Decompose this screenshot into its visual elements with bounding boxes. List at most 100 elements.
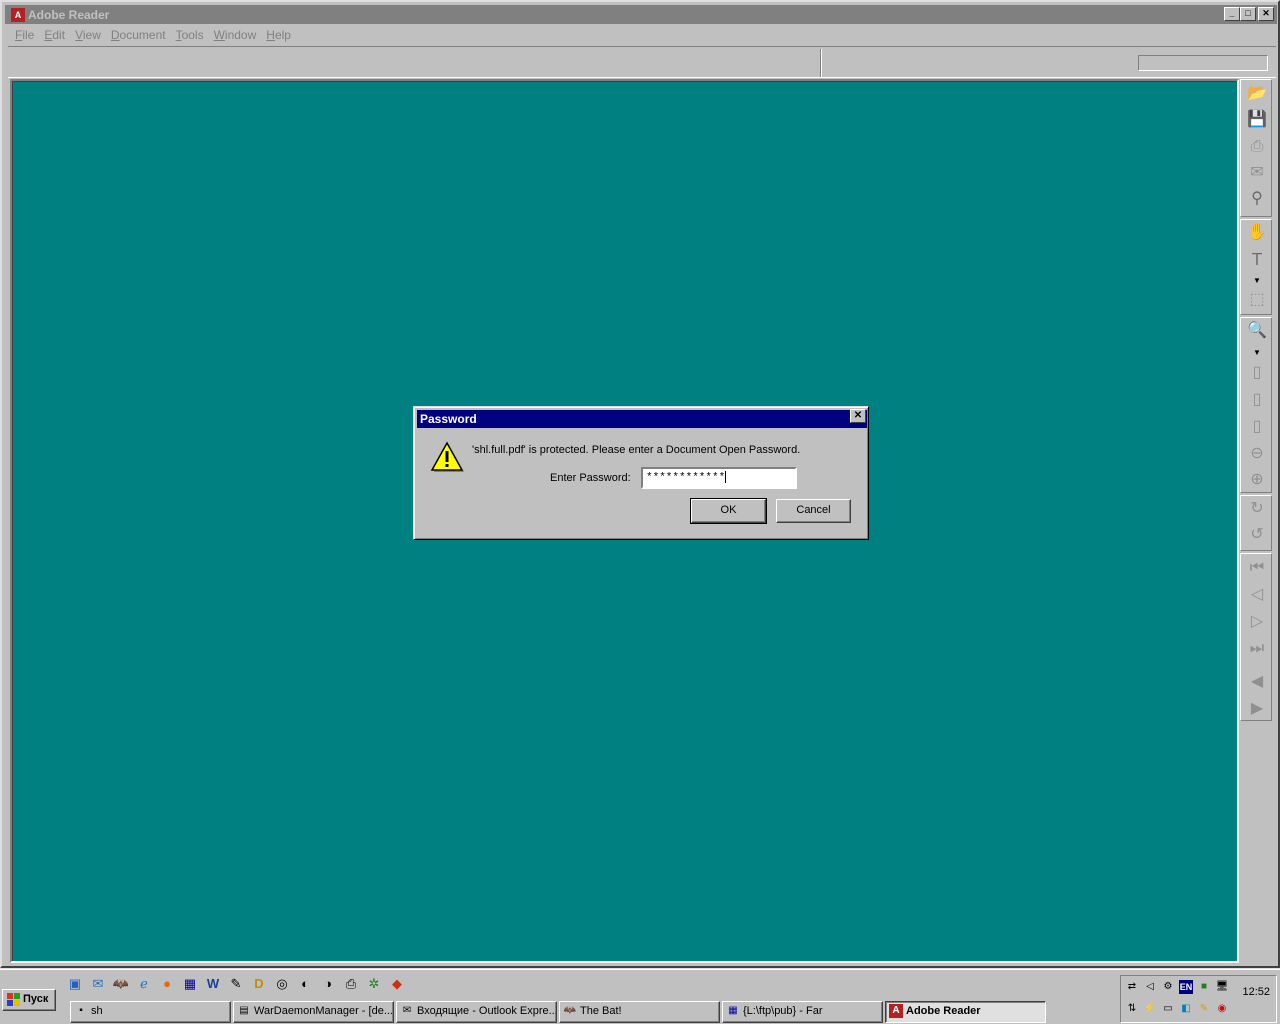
- taskbar-item-the-bat[interactable]: 🦇 The Bat!: [559, 1001, 720, 1023]
- eraser-icon[interactable]: ◆: [388, 975, 406, 993]
- network-tray-icon[interactable]: ⇄: [1125, 980, 1139, 994]
- menu-help[interactable]: Help: [261, 27, 296, 45]
- email-icon[interactable]: ✉: [1247, 163, 1267, 183]
- first-page-icon[interactable]: ⏮: [1247, 558, 1267, 578]
- update-tray-icon[interactable]: ◉: [1215, 1002, 1229, 1016]
- zoom-out-icon[interactable]: ⊖: [1247, 444, 1267, 464]
- show-desktop-icon[interactable]: ▣: [66, 975, 84, 993]
- navigation-tools-group: ⏮ ◁ ▷ ⏭ ◀ ▶: [1240, 553, 1272, 721]
- snapshot-icon[interactable]: ⬚: [1247, 290, 1267, 310]
- minimize-button[interactable]: _: [1224, 7, 1240, 21]
- menu-file[interactable]: File: [10, 27, 39, 45]
- fit-width-icon[interactable]: ▯: [1247, 417, 1267, 437]
- burner-icon[interactable]: ◎: [273, 975, 291, 993]
- rotate-tools-group: ↻ ↺: [1240, 495, 1272, 551]
- clock[interactable]: 12:52: [1242, 986, 1270, 998]
- firefox-icon[interactable]: ●: [158, 975, 176, 993]
- taskbar-item-wardaemonmanager[interactable]: ▤ WarDaemonManager - [de...: [233, 1001, 394, 1023]
- computer-tray-icon[interactable]: 🖥: [1215, 980, 1229, 994]
- antivirus-tray-icon[interactable]: ⚙: [1161, 980, 1175, 994]
- save-icon[interactable]: 💾: [1247, 110, 1267, 130]
- start-button[interactable]: Пуск: [2, 989, 56, 1011]
- maximize-button[interactable]: □: [1240, 7, 1256, 21]
- rotate-clockwise-icon[interactable]: ↻: [1247, 499, 1267, 519]
- internet-explorer-icon[interactable]: ℯ: [135, 975, 153, 993]
- top-toolbar: [8, 46, 1276, 78]
- text-caret: [725, 471, 727, 484]
- taskbar-item-sh[interactable]: ▪ sh: [70, 1001, 231, 1023]
- notepad-icon[interactable]: ✎: [227, 975, 245, 993]
- sync-tray-icon[interactable]: ⇅: [1125, 1002, 1139, 1016]
- window-title: Adobe Reader: [28, 7, 110, 22]
- volume-tray-icon[interactable]: ◁: [1143, 980, 1157, 994]
- print-icon[interactable]: ⎙: [1247, 137, 1267, 157]
- word-icon[interactable]: W: [204, 975, 222, 993]
- password-dialog: Password ✕ 'shl.full.pdf' is protected. …: [413, 406, 869, 540]
- zoom-in-tool-icon[interactable]: 🔍: [1247, 321, 1267, 341]
- select-tools-group: ✋ Ｔ ▼ ⬚: [1240, 219, 1272, 315]
- menu-window[interactable]: Window: [209, 27, 262, 45]
- wardaemon-icon: ▤: [239, 1005, 249, 1016]
- menu-document[interactable]: Document: [106, 27, 171, 45]
- outlook-express-icon[interactable]: ✉: [89, 975, 107, 993]
- hand-tool-icon[interactable]: ✋: [1247, 223, 1267, 243]
- media-icon-2[interactable]: ◑: [319, 975, 337, 993]
- password-value: ************: [646, 472, 726, 484]
- system-tray: ⇄ ◁ ⚙ EN ■ 🖥 ⇅ ⚡ ▭ ◧ ✎ ◉ 12:52: [1120, 975, 1277, 1023]
- cancel-button[interactable]: Cancel: [776, 499, 851, 523]
- close-window-button[interactable]: ✕: [1258, 7, 1274, 21]
- fit-page-icon[interactable]: ▯: [1247, 390, 1267, 410]
- taskbar-item-adobe-reader[interactable]: A Adobe Reader: [885, 1001, 1046, 1023]
- menu-view[interactable]: View: [70, 27, 106, 45]
- network-tool-icon[interactable]: ✲: [365, 975, 383, 993]
- windows-logo-icon: [7, 993, 20, 1006]
- dialog-title: Password: [417, 410, 867, 428]
- select-dropdown-arrow-icon[interactable]: ▼: [1247, 277, 1267, 285]
- next-view-icon[interactable]: ▶: [1247, 699, 1267, 719]
- search-binoculars-icon[interactable]: ⚲: [1247, 189, 1267, 209]
- select-text-icon[interactable]: Ｔ: [1247, 251, 1267, 271]
- ok-button[interactable]: OK: [690, 498, 767, 524]
- connection-tray-icon[interactable]: ⚡: [1143, 1002, 1157, 1016]
- zoom-in-icon[interactable]: ⊕: [1247, 470, 1267, 490]
- start-label: Пуск: [23, 993, 49, 1005]
- zoom-tools-group: 🔍 ▼ ▯ ▯ ▯ ⊖ ⊕: [1240, 317, 1272, 493]
- dialog-close-button[interactable]: ✕: [850, 409, 866, 423]
- open-folder-icon[interactable]: 📂: [1247, 84, 1267, 104]
- zoom-dropdown-arrow-icon[interactable]: ▼: [1247, 349, 1267, 357]
- previous-view-icon[interactable]: ◀: [1247, 672, 1267, 692]
- taskbar: Пуск ▣ ✉ 🦇 ℯ ● ▦ W ✎ D ◎ ◐ ◑ ⎙ ✲ ◆ ▪ sh …: [0, 968, 1280, 1024]
- console-icon: ▪: [79, 1005, 83, 1016]
- quick-launch-bar: ▣ ✉ 🦇 ℯ ● ▦ W ✎ D ◎ ◐ ◑ ⎙ ✲ ◆: [66, 975, 406, 997]
- previous-page-icon[interactable]: ◁: [1247, 585, 1267, 605]
- last-page-icon[interactable]: ⏭: [1247, 639, 1267, 659]
- far-task-icon: ▦: [728, 1005, 738, 1016]
- toolbar-separator: [820, 49, 822, 77]
- menu-edit[interactable]: Edit: [39, 27, 70, 45]
- status-tray-icon[interactable]: ■: [1197, 980, 1211, 994]
- far-manager-icon[interactable]: ▦: [181, 975, 199, 993]
- printer-tool-icon[interactable]: ⎙: [342, 975, 360, 993]
- next-page-icon[interactable]: ▷: [1247, 612, 1267, 632]
- the-bat-icon[interactable]: 🦇: [112, 975, 130, 993]
- daemon-tools-icon[interactable]: D: [250, 975, 268, 993]
- file-tools-group: 📂 💾 ⎙ ✉ ⚲: [1240, 79, 1272, 217]
- outlook-express-task-icon: ✉: [402, 1005, 412, 1016]
- taskbar-item-outlook-express[interactable]: ✉ Входящие - Outlook Expre...: [396, 1001, 557, 1023]
- window-titlebar[interactable]: A Adobe Reader _ □ ✕: [5, 5, 1277, 24]
- language-indicator[interactable]: EN: [1179, 980, 1193, 994]
- actual-size-icon[interactable]: ▯: [1247, 363, 1267, 383]
- pencil-tray-icon[interactable]: ✎: [1197, 1002, 1211, 1016]
- the-bat-task-icon: 🦇: [563, 1005, 577, 1016]
- search-field[interactable]: [1138, 55, 1268, 71]
- password-input[interactable]: ************: [641, 467, 797, 489]
- menu-bar: File Edit View Document Tools Window Hel…: [10, 27, 296, 45]
- media-icon-1[interactable]: ◐: [296, 975, 314, 993]
- monitor-tray-icon[interactable]: ▭: [1161, 1002, 1175, 1016]
- app-tray-icon[interactable]: ◧: [1179, 1002, 1193, 1016]
- rotate-counterclockwise-icon[interactable]: ↺: [1247, 525, 1267, 545]
- adobe-reader-app-icon[interactable]: A: [11, 7, 25, 22]
- password-label: Enter Password:: [550, 472, 631, 484]
- taskbar-item-far[interactable]: ▦ {L:\ftp\pub} - Far: [722, 1001, 883, 1023]
- menu-tools[interactable]: Tools: [171, 27, 209, 45]
